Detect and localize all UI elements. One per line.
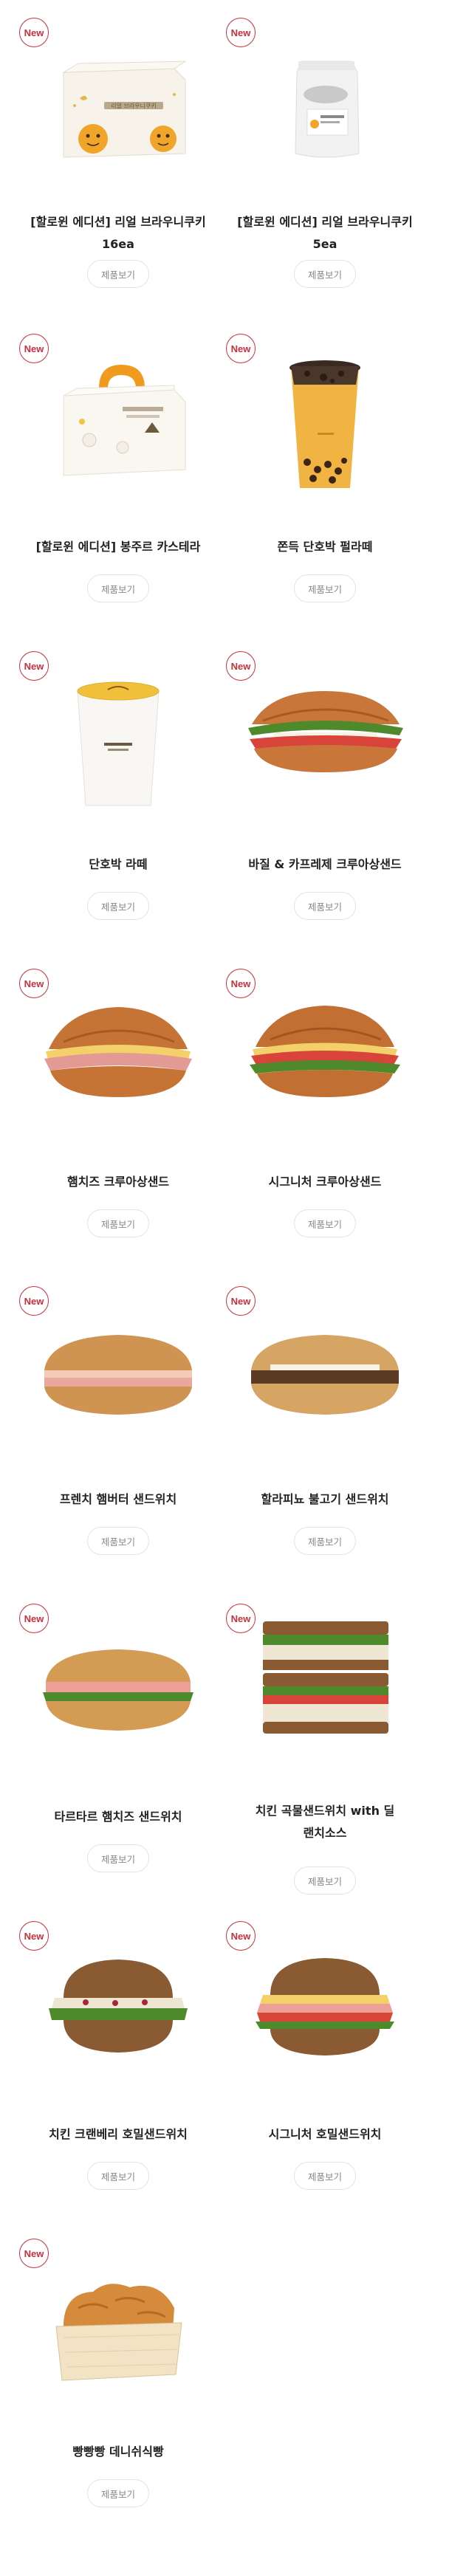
- box-title: 리얼 브라우니쿠키: [111, 102, 156, 109]
- view-product-button[interactable]: 제품보기: [87, 1209, 149, 1237]
- new-badge: New: [226, 969, 256, 998]
- view-product-button[interactable]: 제품보기: [294, 2162, 356, 2190]
- new-badge: New: [19, 1921, 49, 1951]
- pumpkin-pearl-latte-icon[interactable]: [241, 344, 409, 492]
- product-name[interactable]: [할로윈 에디션] 리얼 브라우니쿠키 5ea: [226, 211, 424, 255]
- new-badge: New: [226, 18, 256, 47]
- view-product-button[interactable]: 제품보기: [294, 260, 356, 288]
- new-badge: New: [19, 1286, 49, 1316]
- product-grid: New 리얼 브라우니쿠키 [할로윈 에디션] 리얼 브라우니쿠키 16ea 제…: [0, 0, 449, 2576]
- new-badge: New: [19, 1604, 49, 1633]
- view-product-button[interactable]: 제품보기: [87, 892, 149, 920]
- product-name[interactable]: 시그니처 호밀샌드위치: [226, 2123, 424, 2146]
- product-name[interactable]: 타르타르 햄치즈 샌드위치: [19, 1806, 217, 1828]
- product-name[interactable]: 쫀득 단호박 펄라떼: [226, 536, 424, 558]
- new-badge: New: [19, 651, 49, 681]
- ciabatta-sandwich-icon[interactable]: [34, 1614, 202, 1762]
- croissant-sandwich-icon[interactable]: [34, 979, 202, 1127]
- view-product-button[interactable]: 제품보기: [87, 2479, 149, 2507]
- product-name[interactable]: 햄치즈 크루아상샌드: [19, 1171, 217, 1193]
- croissant-sandwich-icon[interactable]: [241, 662, 409, 809]
- new-badge: New: [226, 1921, 256, 1951]
- croissant-sandwich-icon[interactable]: [241, 979, 409, 1127]
- view-product-button[interactable]: 제품보기: [294, 574, 356, 602]
- view-product-button[interactable]: 제품보기: [294, 1866, 356, 1895]
- product-name[interactable]: 치킨 크랜베리 호밀샌드위치: [19, 2123, 217, 2146]
- new-badge: New: [19, 2239, 49, 2268]
- product-name[interactable]: 시그니처 크루아상샌드: [226, 1171, 424, 1193]
- view-product-button[interactable]: 제품보기: [294, 892, 356, 920]
- new-badge: New: [19, 969, 49, 998]
- view-product-button[interactable]: 제품보기: [87, 1527, 149, 1555]
- product-name[interactable]: 단호박 라떼: [19, 853, 217, 876]
- ciabatta-sandwich-icon[interactable]: [241, 1296, 409, 1444]
- grain-sandwich-stack-icon[interactable]: [241, 1614, 409, 1762]
- product-name[interactable]: [할로윈 에디션] 봉주르 카스테라: [19, 536, 217, 558]
- cookie-bag-icon[interactable]: [241, 28, 409, 176]
- halloween-cookie-box-icon[interactable]: 리얼 브라우니쿠키: [34, 28, 202, 176]
- product-name[interactable]: 빵빵빵 데니쉬식빵: [19, 2441, 217, 2463]
- product-name[interactable]: 치킨 곡물샌드위치 with 딜 랜치소스: [226, 1800, 424, 1844]
- danish-loaf-icon[interactable]: [34, 2249, 202, 2397]
- product-name[interactable]: [할로윈 에디션] 리얼 브라우니쿠키 16ea: [19, 211, 217, 255]
- view-product-button[interactable]: 제품보기: [294, 1209, 356, 1237]
- product-name[interactable]: 프렌치 햄버터 샌드위치: [19, 1488, 217, 1511]
- rye-sandwich-icon[interactable]: [241, 1931, 409, 2079]
- ciabatta-sandwich-icon[interactable]: [34, 1296, 202, 1444]
- new-badge: New: [226, 334, 256, 363]
- view-product-button[interactable]: 제품보기: [294, 1527, 356, 1555]
- view-product-button[interactable]: 제품보기: [87, 574, 149, 602]
- view-product-button[interactable]: 제품보기: [87, 260, 149, 288]
- product-name[interactable]: 할라피뇨 불고기 샌드위치: [226, 1488, 424, 1511]
- castella-box-icon[interactable]: [34, 344, 202, 492]
- new-badge: New: [226, 651, 256, 681]
- new-badge: New: [19, 18, 49, 47]
- view-product-button[interactable]: 제품보기: [87, 1844, 149, 1872]
- new-badge: New: [226, 1286, 256, 1316]
- new-badge: New: [226, 1604, 256, 1633]
- rye-sandwich-icon[interactable]: [34, 1931, 202, 2079]
- new-badge: New: [19, 334, 49, 363]
- pumpkin-latte-cup-icon[interactable]: [34, 662, 202, 809]
- product-name[interactable]: 바질 & 카프레제 크루아상샌드: [226, 853, 424, 876]
- view-product-button[interactable]: 제품보기: [87, 2162, 149, 2190]
